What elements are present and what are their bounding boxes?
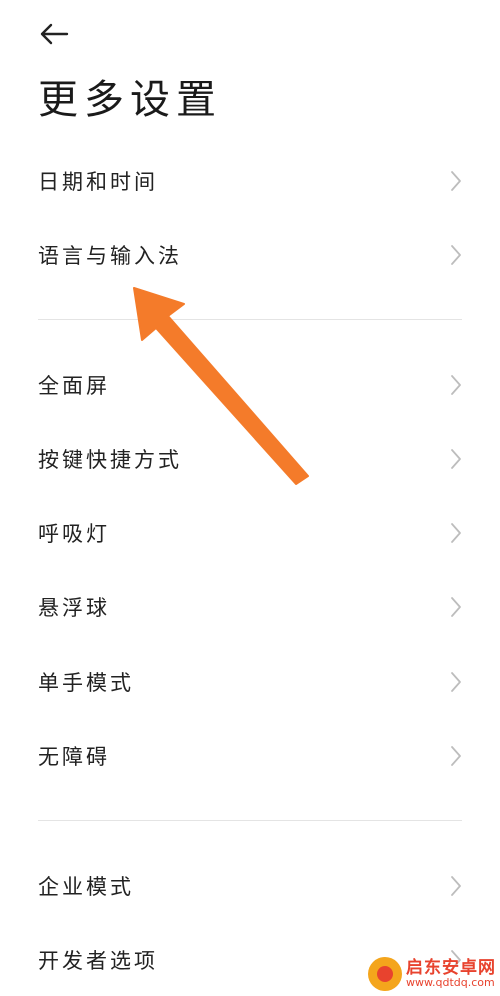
settings-item-full-screen[interactable]: 全面屏: [0, 354, 500, 416]
section-divider: [38, 319, 462, 320]
settings-item-label: 开发者选项: [38, 949, 158, 973]
watermark-url: www.qdtdq.com: [406, 976, 495, 990]
settings-item-label: 语言与输入法: [38, 244, 182, 268]
chevron-right-icon: [451, 876, 461, 896]
back-button[interactable]: [32, 14, 76, 54]
settings-item-label: 无障碍: [38, 745, 110, 769]
chevron-right-icon: [451, 523, 461, 543]
settings-item-floating-ball[interactable]: 悬浮球: [0, 576, 500, 638]
settings-item-label: 呼吸灯: [38, 522, 110, 546]
chevron-right-icon: [451, 449, 461, 469]
watermark-name: 启东安卓网: [406, 957, 496, 978]
settings-item-enterprise-mode[interactable]: 企业模式: [0, 855, 500, 917]
chevron-right-icon: [451, 746, 461, 766]
chevron-right-icon: [451, 672, 461, 692]
settings-item-one-handed-mode[interactable]: 单手模式: [0, 651, 500, 713]
site-watermark: 启东安卓网 www.qdtdq.com: [368, 952, 500, 996]
settings-item-label: 企业模式: [38, 875, 134, 899]
settings-item-label: 悬浮球: [38, 596, 110, 620]
chevron-right-icon: [451, 375, 461, 395]
settings-item-accessibility[interactable]: 无障碍: [0, 725, 500, 787]
settings-item-label: 单手模式: [38, 671, 134, 695]
page-title: 更多设置: [38, 77, 222, 123]
arrow-left-icon: [40, 23, 69, 45]
settings-item-label: 按键快捷方式: [38, 448, 182, 472]
settings-item-label: 日期和时间: [38, 170, 158, 194]
chevron-right-icon: [451, 245, 461, 265]
chevron-right-icon: [451, 171, 461, 191]
watermark-logo-icon: [368, 957, 402, 991]
settings-item-date-time[interactable]: 日期和时间: [0, 150, 500, 212]
settings-item-button-shortcuts[interactable]: 按键快捷方式: [0, 428, 500, 490]
chevron-right-icon: [451, 597, 461, 617]
settings-item-label: 全面屏: [38, 374, 110, 398]
settings-item-language-input[interactable]: 语言与输入法: [0, 224, 500, 286]
section-divider: [38, 820, 462, 821]
settings-item-breathing-light[interactable]: 呼吸灯: [0, 502, 500, 564]
